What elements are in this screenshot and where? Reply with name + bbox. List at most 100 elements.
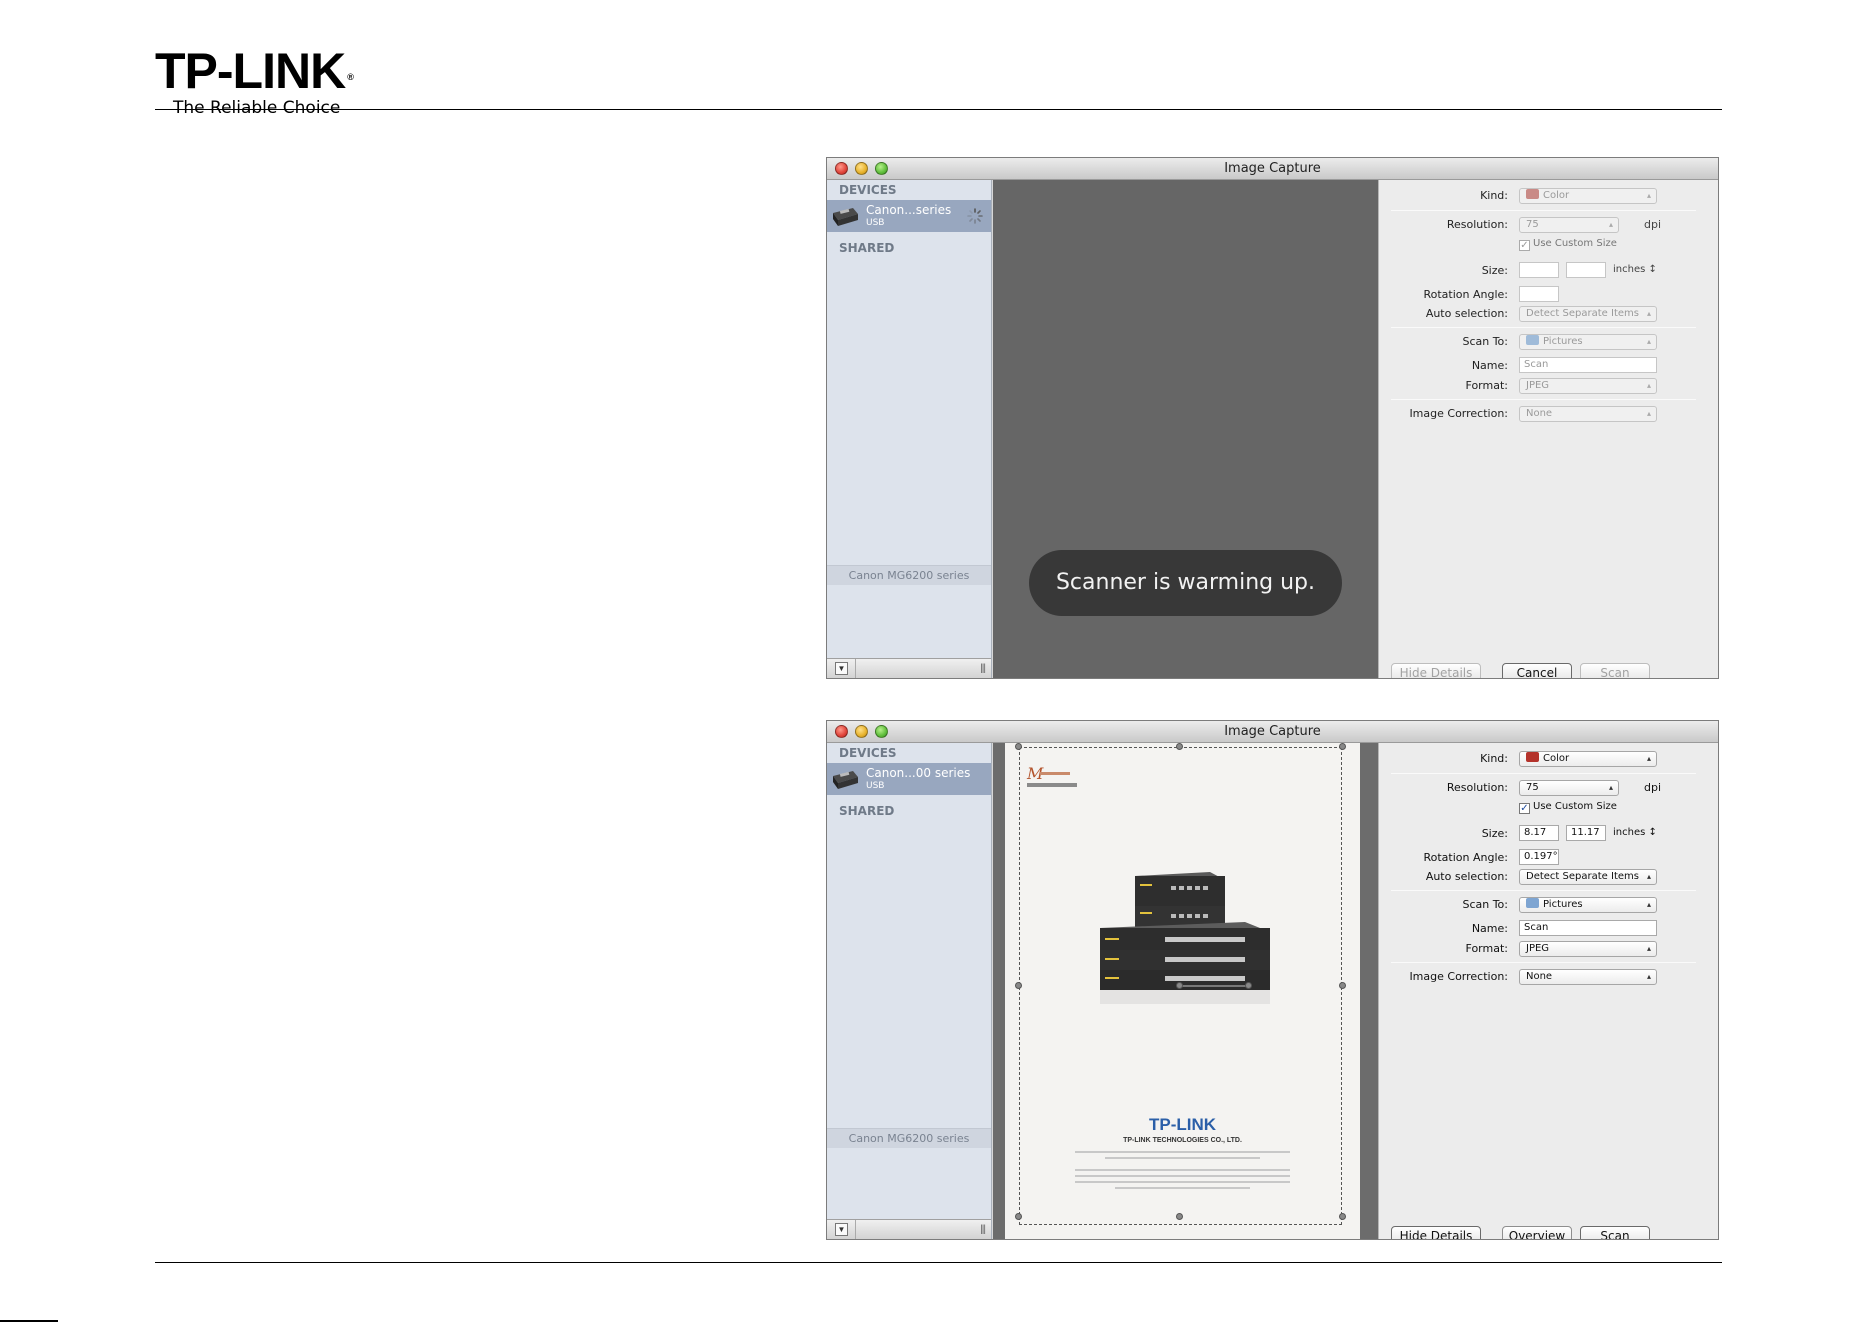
selection-handle[interactable] <box>1176 1213 1183 1220</box>
loading-spinner-icon <box>967 208 983 224</box>
rotation-handle[interactable] <box>1179 985 1249 987</box>
select-arrows-icon: ▴ <box>1646 191 1651 200</box>
auto-selection-select[interactable]: Detect Separate Items ▴ <box>1519 306 1657 322</box>
name-label: Name: <box>1471 359 1508 372</box>
window-titlebar[interactable]: Image Capture <box>827 721 1718 743</box>
size-height-input[interactable] <box>1566 262 1606 278</box>
image-correction-label: Image Correction: <box>1409 407 1508 420</box>
size-height-input[interactable]: 11.17 <box>1566 825 1606 841</box>
window-titlebar[interactable]: Image Capture <box>827 158 1718 180</box>
kind-value: Color <box>1543 190 1570 201</box>
selection-handle[interactable] <box>1015 982 1022 989</box>
cancel-button[interactable]: Cancel <box>1502 663 1572 678</box>
devices-header: DEVICES <box>839 183 897 197</box>
scan-button[interactable]: Scan <box>1580 1226 1650 1239</box>
device-footer-label: Canon MG6200 series <box>827 1128 991 1148</box>
selection-handle[interactable] <box>1015 743 1022 750</box>
selection-handle[interactable] <box>1015 1213 1022 1220</box>
sidebar-menu-button[interactable]: ▼ <box>835 662 848 675</box>
size-unit-select[interactable]: inches ↕ <box>1613 264 1657 275</box>
header-divider <box>155 109 1722 110</box>
auto-selection-label: Auto selection: <box>1425 307 1508 320</box>
rotation-angle-input[interactable] <box>1519 286 1559 302</box>
auto-selection-label: Auto selection: <box>1425 870 1508 883</box>
status-toast: Scanner is warming up. <box>1029 550 1342 616</box>
logo-tagline: The Reliable Choice <box>173 98 341 118</box>
resize-grip-icon[interactable]: ||| <box>980 663 986 674</box>
select-arrows-icon: ▴ <box>1646 972 1651 981</box>
select-arrows-icon: ▴ <box>1608 783 1613 792</box>
format-select[interactable]: JPEG ▴ <box>1519 378 1657 394</box>
resize-grip-icon[interactable]: ||| <box>980 1224 986 1235</box>
select-arrows-icon: ▴ <box>1646 900 1651 909</box>
stepper-arrows-icon: ↕ <box>1648 264 1657 275</box>
name-input[interactable]: Scan <box>1519 920 1657 936</box>
size-width-input[interactable] <box>1519 262 1559 278</box>
custom-size-checkbox[interactable]: ✓ Use Custom Size <box>1519 801 1617 814</box>
folder-icon <box>1526 335 1539 345</box>
image-correction-label: Image Correction: <box>1409 970 1508 983</box>
scan-to-select[interactable]: Pictures ▴ <box>1519 897 1657 913</box>
selection-handle[interactable] <box>1339 743 1346 750</box>
rotation-angle-input[interactable]: 0.197° <box>1519 849 1559 865</box>
selection-handle[interactable] <box>1339 982 1346 989</box>
kind-select[interactable]: Color ▴ <box>1519 188 1657 204</box>
scan-to-select[interactable]: Pictures ▴ <box>1519 334 1657 350</box>
resolution-select[interactable]: 75 ▴ <box>1519 780 1619 796</box>
name-input[interactable]: Scan <box>1519 357 1657 373</box>
format-label: Format: <box>1465 379 1508 392</box>
scan-preview-area: M TP-LINK TP-LINK TECHNOLOGIES CO., LTD. <box>993 743 1378 1239</box>
kind-select[interactable]: Color ▴ <box>1519 751 1657 767</box>
select-arrows-icon: ▴ <box>1646 409 1651 418</box>
select-arrows-icon: ▴ <box>1646 381 1651 390</box>
sidebar-menu-button[interactable]: ▼ <box>835 1223 848 1236</box>
auto-selection-select[interactable]: Detect Separate Items ▴ <box>1519 869 1657 885</box>
image-correction-select[interactable]: None ▴ <box>1519 969 1657 985</box>
hide-details-button[interactable]: Hide Details <box>1391 1226 1481 1239</box>
settings-separator <box>1391 327 1696 328</box>
image-capture-window-warming: Image Capture DEVICES Canon...series USB <box>826 157 1719 679</box>
scan-settings-panel: Kind: Color ▴ Resolution: 75 ▴ dpi ✓ Use Cu… <box>1378 743 1718 1239</box>
image-correction-value: None <box>1526 408 1553 419</box>
selection-handle[interactable] <box>1176 743 1183 750</box>
device-item-canon[interactable]: Canon...00 series USB <box>827 763 991 795</box>
folder-icon <box>1526 898 1539 908</box>
image-correction-select[interactable]: None ▴ <box>1519 406 1657 422</box>
footer-divider <box>155 1262 1722 1263</box>
select-arrows-icon: ▴ <box>1608 220 1613 229</box>
device-name: Canon...00 series <box>866 766 971 780</box>
size-width-input[interactable]: 8.17 <box>1519 825 1559 841</box>
resolution-select[interactable]: 75 ▴ <box>1519 217 1619 233</box>
custom-size-label: Use Custom Size <box>1533 238 1617 249</box>
select-arrows-icon: ▴ <box>1646 872 1651 881</box>
settings-separator <box>1391 399 1696 400</box>
scan-to-value: Pictures <box>1543 336 1583 347</box>
selection-handle[interactable] <box>1339 1213 1346 1220</box>
name-label: Name: <box>1471 922 1508 935</box>
format-select[interactable]: JPEG ▴ <box>1519 941 1657 957</box>
shared-header: SHARED <box>839 804 895 818</box>
size-label: Size: <box>1481 827 1508 840</box>
rotation-handle-knob[interactable] <box>1245 982 1252 989</box>
scanned-page-preview: M TP-LINK TP-LINK TECHNOLOGIES CO., LTD. <box>1005 743 1360 1239</box>
sidebar-bottom-bar: ▼ ||| <box>827 658 991 678</box>
device-item-canon[interactable]: Canon...series USB <box>827 200 991 232</box>
settings-separator <box>1391 210 1696 211</box>
auto-selection-value: Detect Separate Items <box>1526 871 1639 882</box>
checkbox-check-icon: ✓ <box>1519 240 1530 251</box>
sidebar-divider <box>855 1220 856 1239</box>
rotation-label: Rotation Angle: <box>1423 288 1508 301</box>
device-connection: USB <box>866 218 885 228</box>
select-arrows-icon: ▴ <box>1646 944 1651 953</box>
devices-header: DEVICES <box>839 746 897 760</box>
scan-to-value: Pictures <box>1543 899 1583 910</box>
shared-header: SHARED <box>839 241 895 255</box>
overview-button[interactable]: Overview <box>1502 1226 1572 1239</box>
scan-button[interactable]: Scan <box>1580 663 1650 678</box>
hide-details-button[interactable]: Hide Details <box>1391 663 1481 678</box>
kind-label: Kind: <box>1480 752 1508 765</box>
rotation-handle-knob[interactable] <box>1176 982 1183 989</box>
custom-size-checkbox[interactable]: ✓ Use Custom Size <box>1519 238 1617 251</box>
device-name: Canon...series <box>866 203 952 217</box>
size-unit-select[interactable]: inches ↕ <box>1613 827 1657 838</box>
